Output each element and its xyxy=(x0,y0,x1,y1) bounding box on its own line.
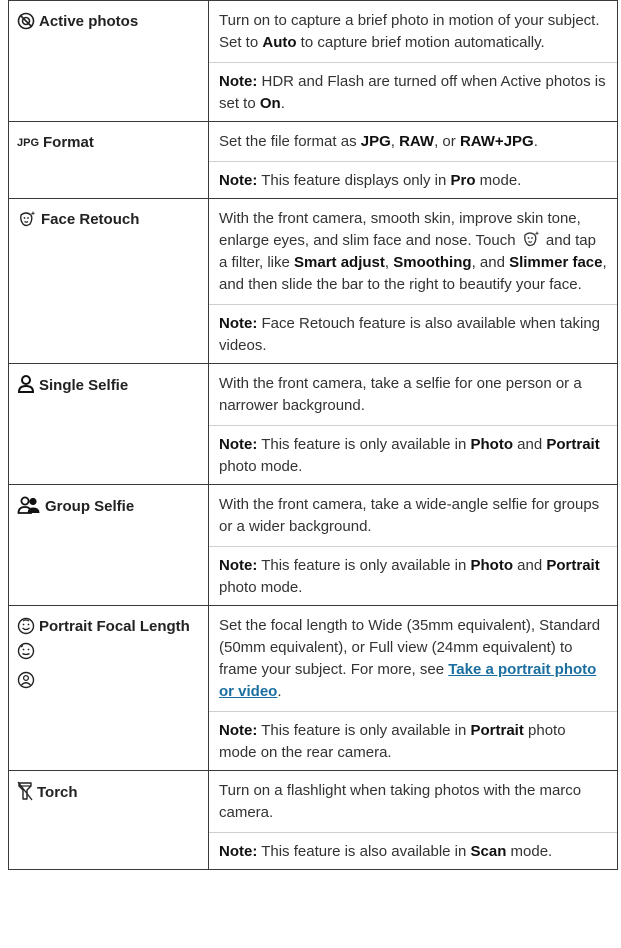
feature-cell: JPG Format xyxy=(8,121,209,199)
table-row: Active photos Turn on to capture a brief… xyxy=(8,0,618,122)
standard-focal-icon xyxy=(17,671,202,696)
note-text: Note: HDR and Flash are turned off when … xyxy=(209,62,617,115)
feature-label: Torch xyxy=(37,784,78,801)
face-retouch-inline-icon xyxy=(521,230,541,248)
portrait-face-icon xyxy=(17,617,35,635)
camera-features-table: Active photos Turn on to capture a brief… xyxy=(8,0,618,870)
feature-cell: Single Selfie xyxy=(8,363,209,485)
note-text: Note: This feature displays only in Pro … xyxy=(209,161,617,192)
feature-cell: Active photos xyxy=(8,0,209,122)
description-cell: Turn on a flashlight when taking photos … xyxy=(208,770,618,870)
feature-label: Format xyxy=(43,134,94,151)
feature-label: Portrait Focal Length xyxy=(39,618,190,635)
wide-focal-icon xyxy=(17,642,202,667)
feature-cell: Torch xyxy=(8,770,209,870)
description-cell: Set the file format as JPG, RAW, or RAW+… xyxy=(208,121,618,199)
description-text: Turn on a flashlight when taking photos … xyxy=(219,782,582,821)
note-text: Note: This feature is only available in … xyxy=(209,546,617,599)
torch-icon xyxy=(17,781,33,801)
description-text: Set the focal length to Wide (35mm equiv… xyxy=(219,617,601,700)
description-cell: Turn on to capture a brief photo in moti… xyxy=(208,0,618,122)
note-text: Note: This feature is also available in … xyxy=(209,832,617,863)
table-row: Portrait Focal Length Set the focal leng… xyxy=(8,605,618,771)
group-people-icon xyxy=(17,495,41,515)
note-text: Note: Face Retouch feature is also avail… xyxy=(209,304,617,357)
feature-label: Active photos xyxy=(39,13,139,30)
description-cell: With the front camera, smooth skin, impr… xyxy=(208,198,618,364)
description-text: Set the file format as JPG, RAW, or RAW+… xyxy=(219,133,538,150)
face-retouch-icon xyxy=(17,210,37,228)
table-row: JPG Format Set the file format as JPG, RA… xyxy=(8,121,618,199)
description-text: With the front camera, take a wide-angle… xyxy=(219,496,600,535)
feature-cell: Portrait Focal Length xyxy=(8,605,209,771)
feature-label: Single Selfie xyxy=(39,377,129,394)
table-row: Face Retouch With the front camera, smoo… xyxy=(8,198,618,364)
note-text: Note: This feature is only available in … xyxy=(209,711,617,764)
feature-cell: Group Selfie xyxy=(8,484,209,606)
table-row: Group Selfie With the front camera, take… xyxy=(8,484,618,606)
description-cell: With the front camera, take a selfie for… xyxy=(208,363,618,485)
table-row: Torch Turn on a flashlight when taking p… xyxy=(8,770,618,870)
active-photos-off-icon xyxy=(17,12,35,30)
note-text: Note: This feature is only available in … xyxy=(209,425,617,478)
description-text: Turn on to capture a brief photo in moti… xyxy=(219,12,600,51)
feature-label: Face Retouch xyxy=(41,211,140,228)
description-text: With the front camera, smooth skin, impr… xyxy=(219,210,607,293)
single-person-icon xyxy=(17,374,35,394)
description-text: With the front camera, take a selfie for… xyxy=(219,375,582,414)
description-cell: With the front camera, take a wide-angle… xyxy=(208,484,618,606)
table-row: Single Selfie With the front camera, tak… xyxy=(8,363,618,485)
feature-cell: Face Retouch xyxy=(8,198,209,364)
jpg-format-icon: JPG xyxy=(17,137,40,149)
feature-label: Group Selfie xyxy=(45,498,135,515)
description-cell: Set the focal length to Wide (35mm equiv… xyxy=(208,605,618,771)
document-page: Active photos Turn on to capture a brief… xyxy=(0,0,621,948)
